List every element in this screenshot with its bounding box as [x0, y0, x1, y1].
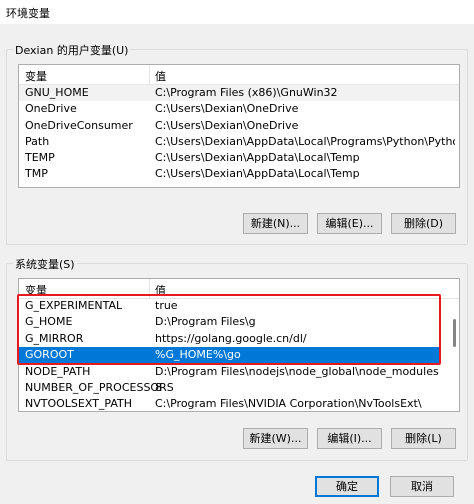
annotation-highlight-box [17, 294, 441, 365]
list-item[interactable]: Path C:\Users\Dexian\AppData\Local\Progr… [19, 134, 459, 150]
var-name: OneDriveConsumer [25, 119, 133, 132]
list-item[interactable]: TMP C:\Users\Dexian\AppData\Local\Temp [19, 166, 459, 182]
list-header: 变量 值 [19, 65, 459, 85]
list-item[interactable]: TEMP C:\Users\Dexian\AppData\Local\Temp [19, 150, 459, 166]
column-separator[interactable] [149, 65, 150, 84]
var-name: TMP [25, 167, 48, 180]
list-item[interactable]: GNU_HOME C:\Program Files (x86)\GnuWin32 [19, 85, 459, 101]
user-edit-button[interactable]: 编辑(E)... [317, 213, 382, 234]
var-name: NODE_PATH [25, 365, 91, 378]
var-name: Path [25, 135, 50, 148]
var-value: C:\Users\Dexian\AppData\Local\Temp [155, 151, 360, 164]
var-value: 8 [155, 381, 162, 394]
column-header-variable[interactable]: 变量 [25, 68, 47, 84]
list-item[interactable]: OneDriveConsumer C:\Users\Dexian\OneDriv… [19, 118, 459, 134]
list-item[interactable]: NUMBER_OF_PROCESSORS 8 [19, 380, 459, 396]
system-edit-button[interactable]: 编辑(I)... [317, 428, 382, 449]
var-name: TEMP [25, 151, 55, 164]
var-value: C:\Users\Dexian\AppData\Local\Temp [155, 167, 360, 180]
vertical-scrollbar[interactable] [453, 319, 456, 347]
var-value: C:\Program Files\NVIDIA Corporation\NvTo… [155, 397, 422, 410]
column-header-value[interactable]: 值 [155, 68, 166, 84]
list-item[interactable]: OneDrive C:\Users\Dexian\OneDrive [19, 101, 459, 117]
ok-button[interactable]: 确定 [315, 476, 379, 497]
var-value: C:\Program Files (x86)\GnuWin32 [155, 86, 338, 99]
var-name: GNU_HOME [25, 86, 89, 99]
user-delete-button[interactable]: 删除(D) [391, 213, 456, 234]
var-value: C:\Users\Dexian\AppData\Local\Programs\P… [155, 135, 455, 148]
cancel-button[interactable]: 取消 [390, 476, 454, 497]
var-name: NUMBER_OF_PROCESSORS [25, 381, 174, 394]
var-name: NVTOOLSEXT_PATH [25, 397, 133, 410]
window-title: 环境变量 [6, 7, 50, 20]
system-vars-label: 系统变量(S) [13, 256, 77, 272]
var-value: D:\Program Files\nodejs\node_global\node… [155, 365, 439, 378]
system-new-button[interactable]: 新建(W)... [243, 428, 308, 449]
title-bar: 环境变量 [0, 0, 474, 24]
user-vars-label: Dexian 的用户变量(U) [13, 42, 131, 58]
var-name: OneDrive [25, 102, 77, 115]
user-new-button[interactable]: 新建(N)... [243, 213, 308, 234]
environment-variables-dialog: 环境变量 Dexian 的用户变量(U) 变量 值 GNU_HOME C:\Pr… [0, 0, 474, 504]
list-item[interactable]: NVTOOLSEXT_PATH C:\Program Files\NVIDIA … [19, 396, 459, 411]
system-delete-button[interactable]: 删除(L) [391, 428, 456, 449]
var-value: C:\Users\Dexian\OneDrive [155, 102, 299, 115]
list-item[interactable]: NODE_PATH D:\Program Files\nodejs\node_g… [19, 364, 459, 380]
var-value: C:\Users\Dexian\OneDrive [155, 119, 299, 132]
user-vars-list[interactable]: 变量 值 GNU_HOME C:\Program Files (x86)\Gnu… [18, 64, 460, 188]
